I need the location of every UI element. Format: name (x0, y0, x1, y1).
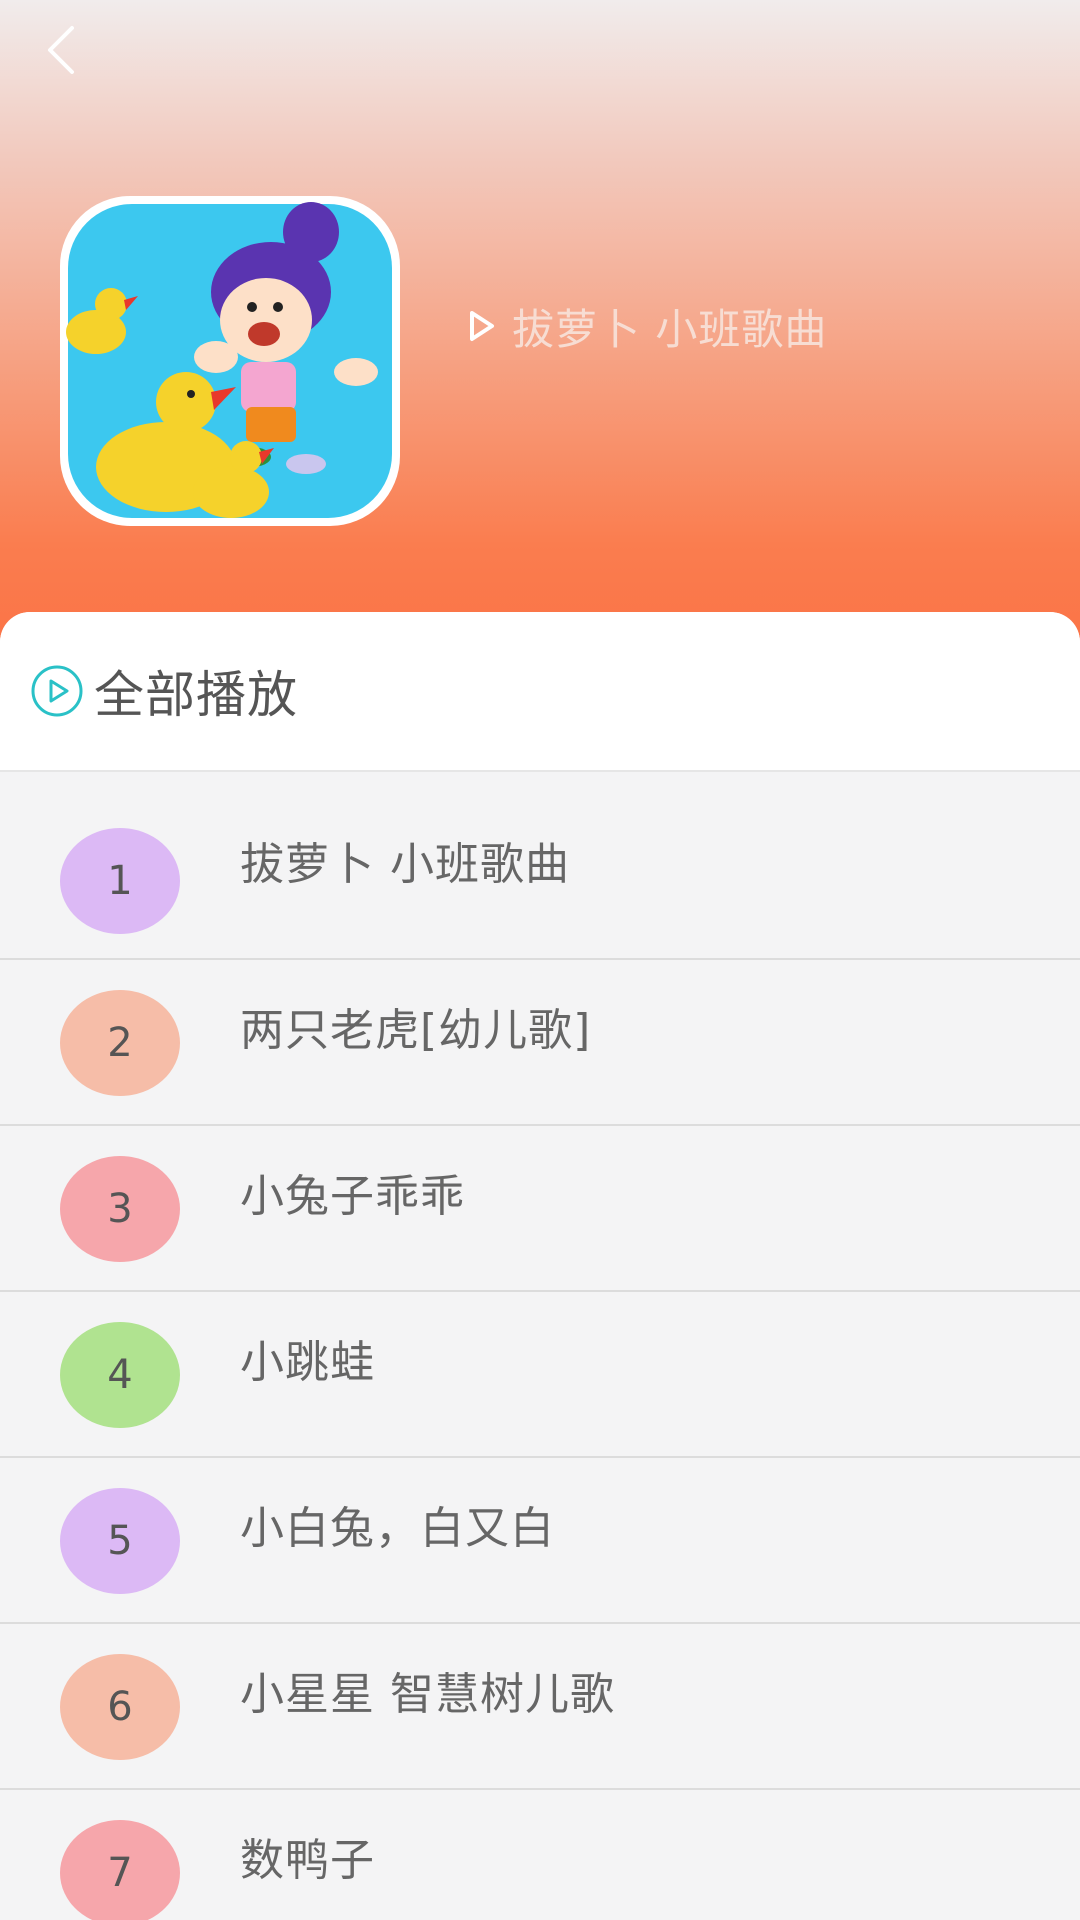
song-list: 1 拔萝卜 小班歌曲 2 两只老虎[幼儿歌] 3 小兔子乖乖 4 小跳蛙 5 小白兔，白又白 6 小星… (0, 778, 1080, 1920)
song-row[interactable]: 1 拔萝卜 小班歌曲 (0, 778, 1080, 960)
song-title: 拔萝卜 小班歌曲 (240, 839, 570, 890)
song-row[interactable]: 7 数鸭子 (0, 1790, 1080, 1920)
play-all-label: 全部播放 (94, 666, 298, 724)
song-row[interactable]: 3 小兔子乖乖 (0, 1126, 1080, 1292)
song-title: 两只老虎[幼儿歌] (240, 1005, 592, 1056)
song-title: 小兔子乖乖 (240, 1171, 465, 1222)
play-all-button[interactable]: 全部播放 (0, 612, 1080, 772)
play-icon (470, 311, 494, 341)
header-play-title[interactable]: 拔萝卜 小班歌曲 (468, 298, 827, 354)
song-title: 小星星 智慧树儿歌 (240, 1669, 615, 1720)
song-list-card: 全部播放 1 拔萝卜 小班歌曲 2 两只老虎[幼儿歌] 3 小兔子乖乖 4 小跳蛙 5 小白兔，白… (0, 612, 1080, 1920)
song-row[interactable]: 6 小星星 智慧树儿歌 (0, 1624, 1080, 1790)
song-number-badge: 3 (60, 1156, 180, 1262)
album-header: 拔萝卜 小班歌曲 (0, 0, 1080, 640)
song-number-badge: 5 (60, 1488, 180, 1594)
song-number-badge: 4 (60, 1322, 180, 1428)
song-number-badge: 6 (60, 1654, 180, 1760)
song-number-badge: 7 (60, 1820, 180, 1920)
album-cover (56, 192, 406, 532)
song-row[interactable]: 2 两只老虎[幼儿歌] (0, 960, 1080, 1126)
play-circle-icon (31, 665, 83, 717)
song-title: 小跳蛙 (240, 1337, 375, 1388)
cover-illustration (60, 196, 400, 526)
page: 拔萝卜 小班歌曲 全部播放 1 拔萝卜 小班歌曲 2 两只老虎[幼儿歌] 3 小兔子乖乖 4… (0, 0, 1080, 1920)
chevron-left-icon (48, 26, 74, 74)
song-row[interactable]: 5 小白兔，白又白 (0, 1458, 1080, 1624)
back-button[interactable] (30, 18, 90, 82)
song-number-badge: 2 (60, 990, 180, 1096)
song-row[interactable]: 4 小跳蛙 (0, 1292, 1080, 1458)
song-title: 小白兔，白又白 (240, 1503, 555, 1554)
album-title: 拔萝卜 小班歌曲 (512, 304, 828, 354)
song-number-badge: 1 (60, 828, 180, 934)
song-title: 数鸭子 (240, 1835, 375, 1886)
